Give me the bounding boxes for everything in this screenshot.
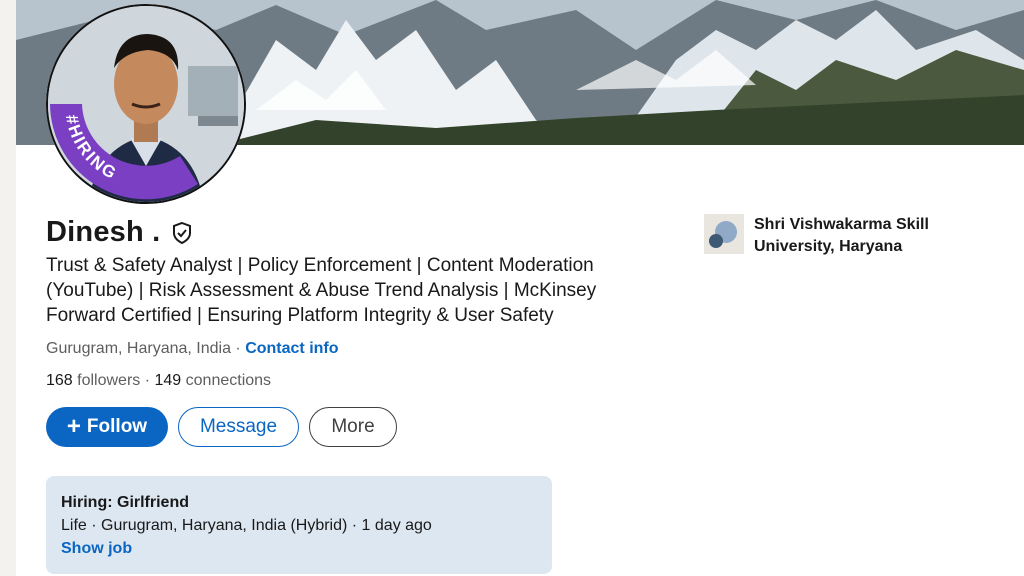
connections-count: 149 — [154, 372, 182, 389]
show-job-link[interactable]: Show job — [61, 540, 537, 558]
more-button[interactable]: More — [309, 407, 397, 447]
location-text: Gurugram, Haryana, India — [46, 340, 231, 357]
hiring-meta: Life · Gurugram, Haryana, India (Hybrid)… — [61, 517, 432, 534]
contact-info-link[interactable]: Contact info — [245, 340, 338, 357]
school-logo — [704, 214, 744, 254]
school-logo-graphic — [704, 214, 744, 254]
followers-label: followers — [72, 372, 141, 389]
hiring-card: Hiring: Girlfriend Life · Gurugram, Hary… — [46, 476, 552, 574]
plus-icon: + — [66, 413, 81, 440]
shield-check-icon[interactable] — [170, 221, 194, 245]
profile-headline: Trust & Safety Analyst | Policy Enforcem… — [46, 255, 597, 326]
name-row: Dinesh . — [46, 216, 194, 249]
profile-photo[interactable]: #HIRING — [46, 4, 246, 204]
avatar: #HIRING — [46, 4, 246, 204]
connections-separator: · — [140, 372, 155, 389]
location-row: Gurugram, Haryana, India · Contact info — [46, 340, 339, 358]
follow-label: Follow — [86, 416, 148, 437]
action-buttons: + Follow Message More — [46, 407, 397, 447]
message-button[interactable]: Message — [178, 407, 299, 447]
followers-count: 168 — [46, 372, 73, 389]
followers-link[interactable]: 168 followers — [46, 372, 140, 389]
profile-card: #HIRING Dinesh . Trust & Safety Analyst … — [16, 0, 1024, 576]
connections-link[interactable]: 149 connections — [155, 372, 272, 389]
location-separator: · — [230, 340, 246, 357]
connections-label: connections — [181, 372, 272, 389]
more-label: More — [331, 416, 375, 437]
follow-button[interactable]: + Follow — [46, 407, 168, 447]
education-item[interactable]: Shri Vishwakarma Skill University, Harya… — [704, 214, 974, 258]
hiring-frame: #HIRING — [50, 104, 198, 200]
hiring-title: Hiring: Girlfriend — [61, 494, 189, 511]
profile-name: Dinesh . — [46, 216, 161, 248]
message-label: Message — [199, 416, 278, 437]
network-row: 168 followers · 149 connections — [46, 372, 271, 390]
school-name: Shri Vishwakarma Skill University, Harya… — [754, 216, 929, 255]
